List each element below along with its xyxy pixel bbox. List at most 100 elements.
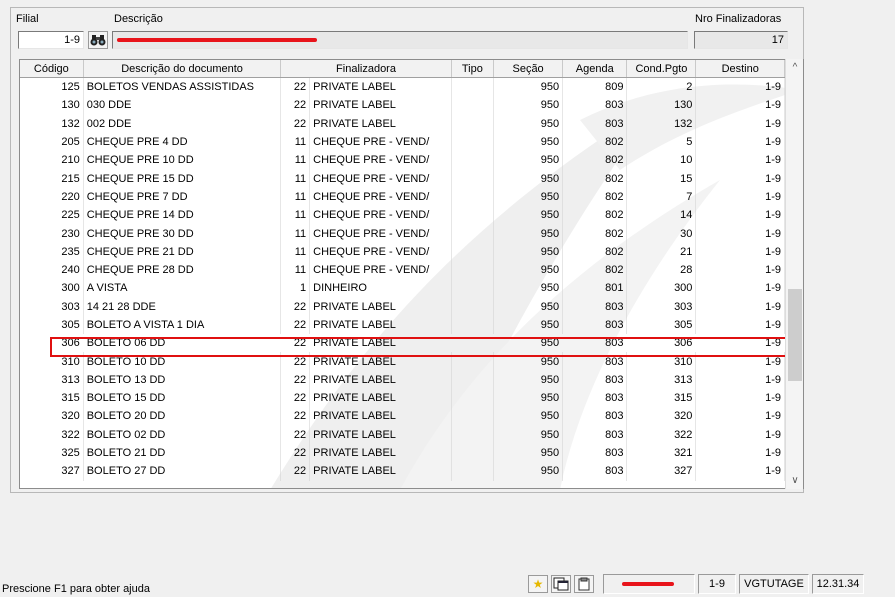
table-row[interactable]: 300 A VISTA 1 DINHEIRO 950 801 300 1-9 <box>20 279 785 298</box>
column-header-tipo[interactable]: Tipo <box>451 60 495 78</box>
cell-agenda: 802 <box>562 206 628 225</box>
cell-descricao: CHEQUE PRE 21 DD <box>83 242 282 261</box>
column-header-finalizadora[interactable]: Finalizadora <box>280 60 452 78</box>
cell-secao: 950 <box>493 114 564 133</box>
table-row[interactable]: 220 CHEQUE PRE 7 DD 11 CHEQUE PRE - VEND/95… <box>20 187 785 207</box>
cell-destino: 1-9 <box>695 187 785 207</box>
user-status-box <box>603 574 695 594</box>
star-icon: ★ <box>532 577 544 591</box>
cell-secao: 950 <box>493 389 564 408</box>
cell-descricao: CHEQUE PRE 14 DD <box>83 206 282 225</box>
cell-cond-pgto: 300 <box>626 279 697 298</box>
window-button[interactable] <box>551 575 571 593</box>
table-row[interactable]: 225 CHEQUE PRE 14 DD 11 CHEQUE PRE - VEND/9… <box>20 206 785 225</box>
scroll-down-icon[interactable]: ∨ <box>786 472 804 489</box>
cell-destino: 1-9 <box>695 389 785 408</box>
cell-finalizadora-code: 22 <box>280 370 311 390</box>
table-row[interactable]: 210 CHEQUE PRE 10 DD 11 CHEQUE PRE - VEND/9… <box>20 151 785 170</box>
cell-codigo: 327 <box>20 462 84 481</box>
documents-grid[interactable]: Código Descrição do documento Finalizado… <box>19 59 804 489</box>
cell-codigo: 305 <box>20 315 84 335</box>
cell-secao: 950 <box>493 187 564 207</box>
table-row[interactable]: 205 CHEQUE PRE 4 DD 11 CHEQUE PRE - VEND/95… <box>20 132 785 152</box>
table-row[interactable]: 215 CHEQUE PRE 15 DD 11 CHEQUE PRE - VEND/9… <box>20 169 785 188</box>
cell-finalizadora-code: 22 <box>280 315 311 335</box>
cell-cond-pgto: 321 <box>626 443 697 463</box>
clipboard-icon <box>578 577 590 591</box>
cell-destino: 1-9 <box>695 425 785 444</box>
cell-finalizadora-name: PRIVATE LABEL <box>309 315 452 335</box>
cell-finalizadora-code: 11 <box>280 151 311 170</box>
cell-destino: 1-9 <box>695 407 785 426</box>
table-row[interactable]: 327 BOLETO 27 DD 22 PRIVATE LABEL 950 803 327 1… <box>20 462 785 481</box>
cell-secao: 950 <box>493 425 564 444</box>
cell-secao: 950 <box>493 462 564 481</box>
cell-finalizadora-code: 22 <box>280 77 311 97</box>
table-row[interactable]: 315 BOLETO 15 DD 22 PRIVATE LABEL 950 803 315 1… <box>20 389 785 408</box>
column-header-descricao[interactable]: Descrição do documento <box>83 60 282 78</box>
vertical-scrollbar[interactable]: ^ ∨ <box>785 59 803 489</box>
table-row[interactable]: 125 BOLETOS VENDAS ASSISTIDAS 22 PRIVATE LA… <box>20 77 785 97</box>
cell-secao: 950 <box>493 224 564 243</box>
cell-codigo: 125 <box>20 77 84 97</box>
column-header-agenda[interactable]: Agenda <box>562 60 628 78</box>
cell-codigo: 235 <box>20 242 84 261</box>
cell-agenda: 803 <box>562 389 628 408</box>
cell-agenda: 801 <box>562 279 628 298</box>
search-button[interactable] <box>88 31 108 49</box>
cell-finalizadora-name: PRIVATE LABEL <box>309 462 452 481</box>
cell-finalizadora-code: 22 <box>280 443 311 463</box>
cell-secao: 950 <box>493 132 564 152</box>
cell-cond-pgto: 132 <box>626 114 697 133</box>
table-row[interactable]: 130 030 DDE 22 PRIVATE LABEL 950 803 130 1-9 <box>20 96 785 115</box>
column-header-codigo[interactable]: Código <box>20 60 84 78</box>
table-row[interactable]: 132 002 DDE 22 PRIVATE LABEL 950 803 132 1-9 <box>20 114 785 133</box>
filial-field[interactable]: 1-9 <box>18 31 84 49</box>
favorite-button[interactable]: ★ <box>528 575 548 593</box>
cell-codigo: 225 <box>20 206 84 225</box>
nro-finalizadoras-field: 17 <box>694 31 788 49</box>
cell-descricao: 14 21 28 DDE <box>83 297 282 316</box>
cell-agenda: 809 <box>562 77 628 97</box>
clipboard-button[interactable] <box>574 575 594 593</box>
cell-agenda: 802 <box>562 260 628 280</box>
cell-agenda: 802 <box>562 169 628 188</box>
cell-finalizadora-code: 22 <box>280 297 311 316</box>
cell-secao: 950 <box>493 297 564 316</box>
cell-descricao: 030 DDE <box>83 96 282 115</box>
column-header-destino[interactable]: Destino <box>695 60 785 78</box>
cell-tipo <box>451 132 495 152</box>
cell-secao: 950 <box>493 151 564 170</box>
cell-destino: 1-9 <box>695 77 785 97</box>
column-header-secao[interactable]: Seção <box>493 60 564 78</box>
cell-finalizadora-name: CHEQUE PRE - VEND/ <box>309 242 452 261</box>
cell-tipo <box>451 187 495 207</box>
cell-finalizadora-name: PRIVATE LABEL <box>309 407 452 426</box>
documents-table: Código Descrição do documento Finalizado… <box>20 60 785 481</box>
column-header-cond-pgto[interactable]: Cond.Pgto <box>626 60 697 78</box>
scroll-up-icon[interactable]: ^ <box>786 59 804 76</box>
nro-finalizadoras-label: Nro Finalizadoras <box>695 13 782 25</box>
window-icon <box>553 577 569 591</box>
cell-cond-pgto: 320 <box>626 407 697 426</box>
table-row[interactable]: 305 BOLETO A VISTA 1 DIA 22 PRIVATE LABEL 95… <box>20 315 785 335</box>
cell-tipo <box>451 114 495 133</box>
cell-codigo: 315 <box>20 389 84 408</box>
cell-destino: 1-9 <box>695 169 785 188</box>
table-row[interactable]: 235 CHEQUE PRE 21 DD 11 CHEQUE PRE - VEND/9… <box>20 242 785 261</box>
table-row[interactable]: 303 14 21 28 DDE 22 PRIVATE LABEL 950 803 303 1… <box>20 297 785 316</box>
table-row[interactable]: 325 BOLETO 21 DD 22 PRIVATE LABEL 950 803 321 1… <box>20 443 785 463</box>
table-row[interactable]: 313 BOLETO 13 DD 22 PRIVATE LABEL 950 803 313 1… <box>20 370 785 390</box>
table-row[interactable]: 230 CHEQUE PRE 30 DD 11 CHEQUE PRE - VEND/9… <box>20 224 785 243</box>
table-row[interactable]: 240 CHEQUE PRE 28 DD 11 CHEQUE PRE - VEND/9… <box>20 260 785 280</box>
cell-codigo: 322 <box>20 425 84 444</box>
scroll-thumb[interactable] <box>788 289 802 381</box>
cell-tipo <box>451 297 495 316</box>
cell-destino: 1-9 <box>695 260 785 280</box>
cell-finalizadora-name: CHEQUE PRE - VEND/ <box>309 260 452 280</box>
cell-finalizadora-name: PRIVATE LABEL <box>309 297 452 316</box>
cell-cond-pgto: 2 <box>626 77 697 97</box>
table-row[interactable]: 322 BOLETO 02 DD 22 PRIVATE LABEL 950 803 322 1… <box>20 425 785 444</box>
table-row[interactable]: 320 BOLETO 20 DD 22 PRIVATE LABEL 950 803 320 1… <box>20 407 785 426</box>
descricao-field <box>112 31 688 49</box>
